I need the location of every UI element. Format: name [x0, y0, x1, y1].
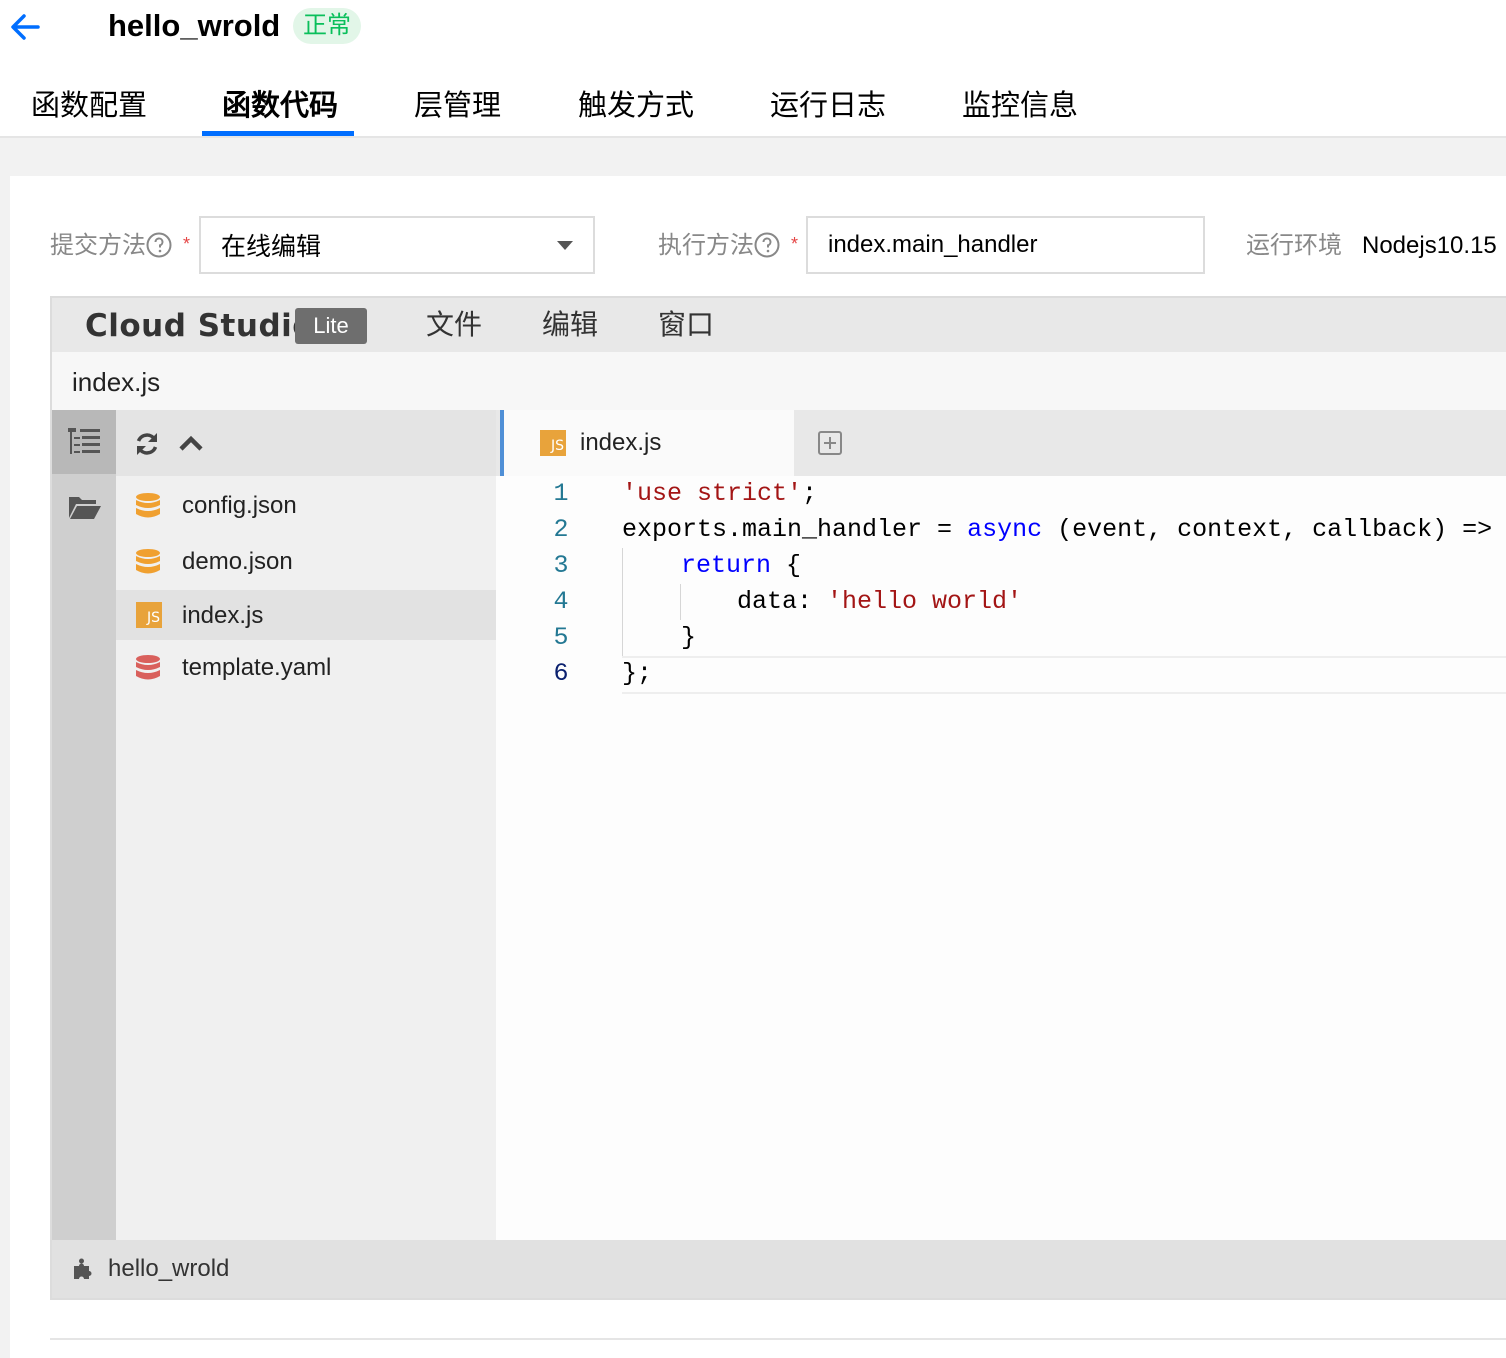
- activity-bar: [52, 410, 116, 1240]
- line-number: 3: [553, 551, 569, 580]
- file-name: config.json: [182, 492, 297, 519]
- editor-tab-label: index.js: [580, 429, 662, 456]
- file-item-config-json[interactable]: config.json: [116, 480, 496, 530]
- line-number: 2: [553, 515, 569, 544]
- file-item-template-yaml[interactable]: template.yaml: [116, 642, 496, 692]
- file-item-demo-json[interactable]: demo.json: [116, 536, 496, 586]
- file-explorer: config.json demo.json JS index.js templa…: [116, 410, 496, 1240]
- line-number: 5: [553, 623, 569, 652]
- tab-monitoring[interactable]: 监控信息: [962, 70, 1078, 136]
- code-editor[interactable]: JS index.js 1 'use strict'; 2 exports.ma…: [496, 410, 1506, 1240]
- add-tab-icon[interactable]: [818, 431, 842, 455]
- page-background-strip: [0, 136, 10, 1358]
- ide-status-bar: hello_wrold: [52, 1240, 1506, 1298]
- editor-tab-bar: JS index.js: [496, 410, 1506, 476]
- menu-edit[interactable]: 编辑: [542, 304, 598, 346]
- tab-run-logs[interactable]: 运行日志: [770, 70, 886, 136]
- submit-method-label: 提交方法: [50, 228, 172, 264]
- file-name: demo.json: [182, 548, 293, 575]
- lite-badge: Lite: [295, 308, 367, 344]
- code-line: 5 }: [496, 620, 1506, 656]
- chevron-down-icon: [557, 241, 573, 250]
- content-separator: [0, 136, 1506, 176]
- page-header: hello_wrold 正常: [0, 0, 1506, 70]
- submit-method-value: 在线编辑: [221, 233, 322, 261]
- file-name: index.js: [182, 602, 264, 629]
- line-number: 1: [553, 479, 569, 508]
- help-icon[interactable]: [754, 232, 780, 258]
- current-file-path: index.js: [72, 367, 161, 397]
- folder-icon[interactable]: [68, 494, 102, 520]
- file-item-index-js[interactable]: JS index.js: [116, 590, 496, 640]
- outline-list-icon: [68, 428, 100, 454]
- code-line: 1 'use strict';: [496, 476, 1506, 512]
- required-mark: *: [183, 234, 191, 254]
- menu-file[interactable]: 文件: [426, 304, 482, 346]
- js-file-icon: JS: [136, 602, 162, 628]
- required-mark: *: [791, 234, 799, 254]
- tab-bar: 函数配置 函数代码 层管理 触发方式 运行日志 监控信息: [0, 70, 1506, 138]
- tab-function-code[interactable]: 函数代码: [222, 70, 338, 136]
- code-line: 3 return {: [496, 548, 1506, 584]
- tab-layer-management[interactable]: 层管理: [414, 70, 501, 136]
- refresh-icon[interactable]: [134, 431, 160, 457]
- cloud-studio-ide: Cloud Studio Lite 文件 编辑 窗口 index.js conf…: [50, 296, 1506, 1300]
- handler-input[interactable]: [806, 216, 1205, 274]
- menu-window[interactable]: 窗口: [658, 304, 714, 346]
- status-badge: 正常: [293, 8, 361, 44]
- database-icon: [136, 655, 160, 680]
- database-icon: [136, 549, 160, 574]
- workspace-name: hello_wrold: [108, 1255, 230, 1282]
- bottom-divider: [50, 1338, 1506, 1340]
- ide-brand: Cloud Studio: [85, 308, 315, 344]
- js-file-icon: JS: [540, 430, 566, 456]
- database-icon: [136, 493, 160, 518]
- file-name: template.yaml: [182, 654, 332, 681]
- runtime-label: 运行环境: [1246, 232, 1342, 259]
- handler-label: 执行方法: [658, 228, 780, 264]
- runtime-value: Nodejs10.15: [1362, 232, 1497, 259]
- submit-method-select[interactable]: 在线编辑: [199, 216, 595, 274]
- back-arrow-icon[interactable]: [8, 10, 42, 44]
- code-line: 4 data: 'hello world': [496, 584, 1506, 620]
- function-title: hello_wrold: [108, 8, 281, 43]
- explorer-toolbar: [116, 410, 496, 476]
- path-bar: index.js: [52, 352, 1506, 410]
- collapse-up-icon[interactable]: [178, 434, 204, 452]
- line-number: 6: [553, 659, 569, 688]
- plugin-icon: [74, 1258, 92, 1279]
- help-icon[interactable]: [146, 232, 172, 258]
- code-line: 2 exports.main_handler = async (event, c…: [496, 512, 1506, 548]
- tab-function-config[interactable]: 函数配置: [31, 70, 147, 136]
- editor-tab-index-js[interactable]: JS index.js: [500, 410, 794, 476]
- outline-button[interactable]: [52, 410, 116, 474]
- code-line: 6 };: [496, 656, 1506, 692]
- ide-menubar: Cloud Studio Lite 文件 编辑 窗口: [52, 298, 1506, 352]
- active-tab-indicator: [202, 131, 354, 136]
- line-number: 4: [553, 587, 569, 616]
- tab-trigger-method[interactable]: 触发方式: [578, 70, 694, 136]
